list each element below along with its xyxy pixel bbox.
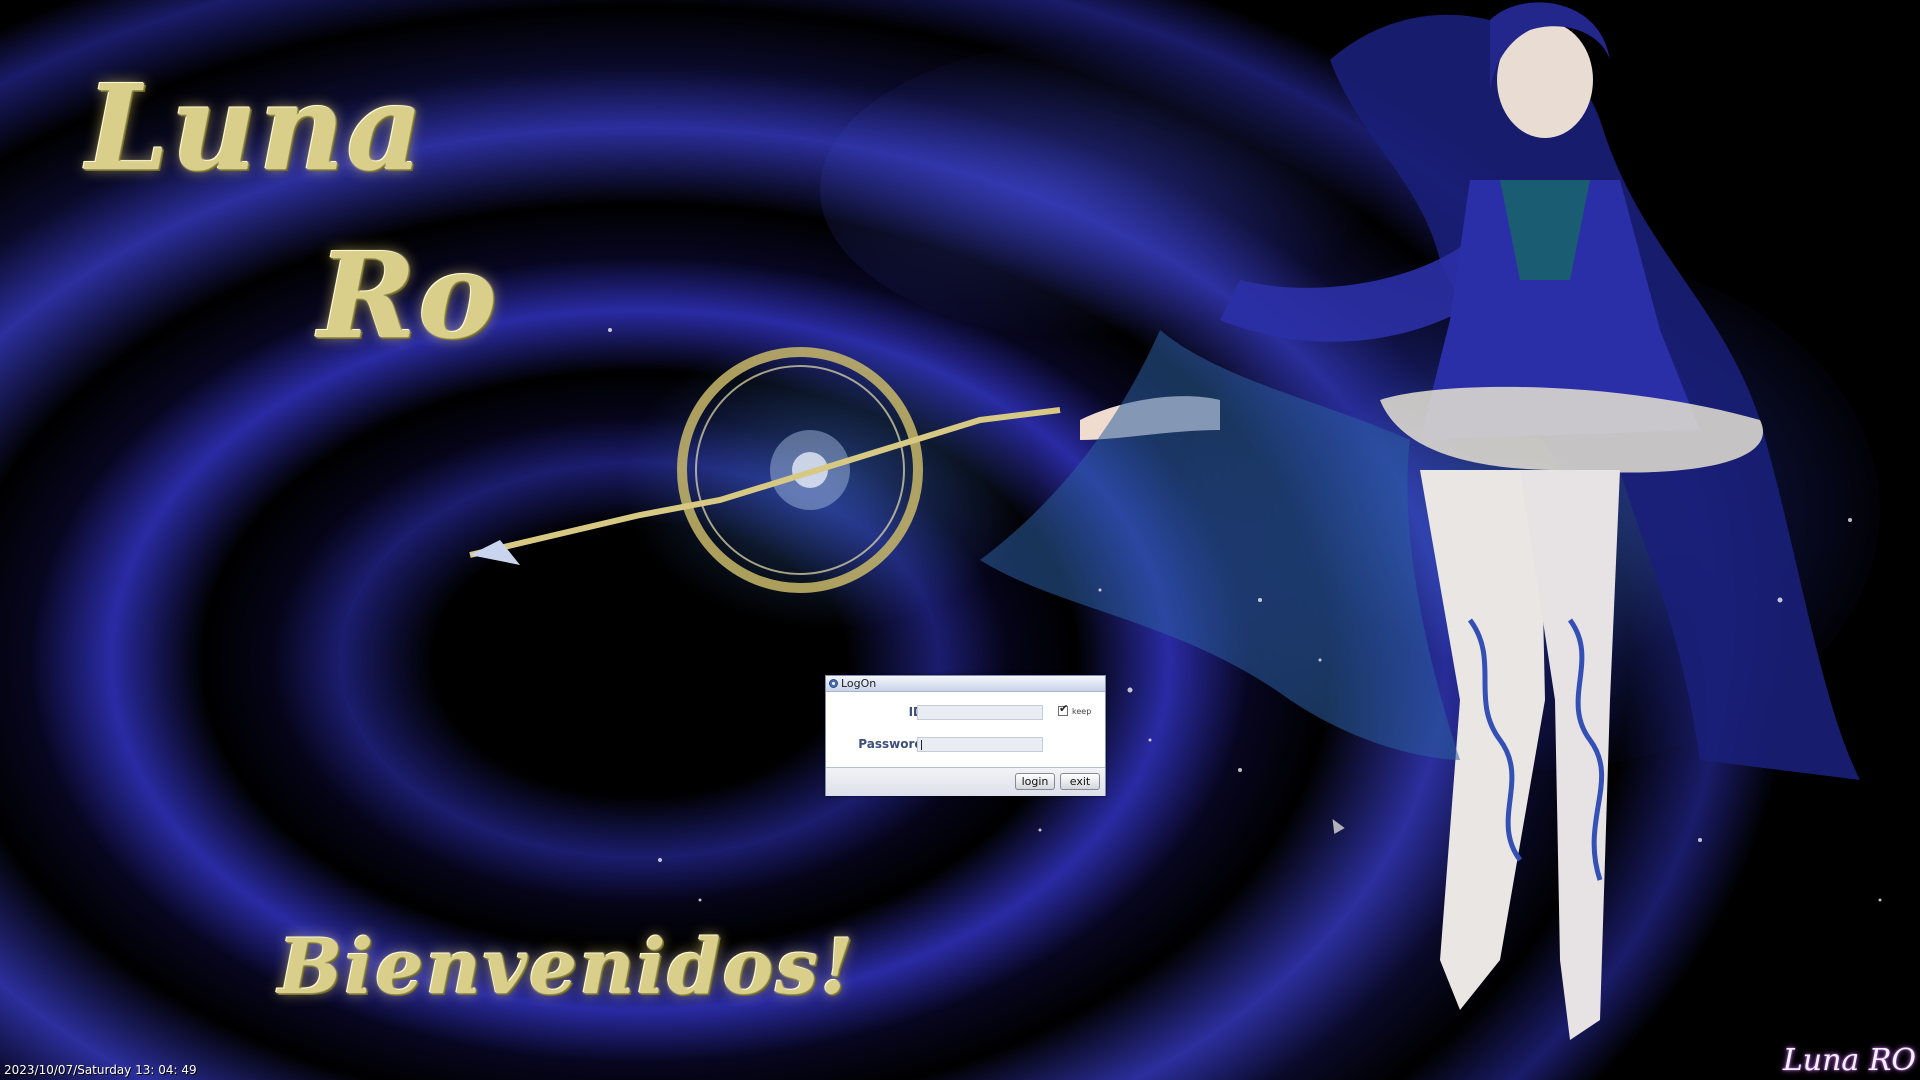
login-window-titlebar[interactable]: LogOn — [826, 676, 1105, 692]
game-title-ro: Ro — [318, 226, 499, 365]
login-button[interactable]: login — [1015, 773, 1055, 790]
login-window-title: LogOn — [841, 677, 877, 690]
sorceress-figure — [980, 2, 1860, 1040]
text-caret — [921, 740, 922, 750]
game-title-luna: Luna — [86, 58, 426, 197]
login-window-footer: login exit — [826, 767, 1105, 796]
password-input[interactable] — [917, 737, 1043, 752]
welcome-text: Bienvenidos! — [278, 922, 856, 1011]
keep-label: keep — [1072, 707, 1092, 716]
circle-window-icon — [829, 679, 838, 688]
brand-watermark: Luna RO — [1782, 1043, 1916, 1078]
exit-button[interactable]: exit — [1060, 773, 1100, 790]
clock-readout: 2023/10/07/Saturday 13: 04: 49 — [4, 1063, 197, 1077]
staff-ring-artwork — [469, 347, 1061, 593]
login-screen-background: Luna Ro Bienvenidos! LogOn ID ✔ keep Pas… — [0, 0, 1920, 1080]
keep-checkbox[interactable]: ✔ — [1058, 702, 1069, 716]
id-input[interactable] — [917, 705, 1043, 720]
checkmark-icon: ✔ — [1059, 702, 1069, 715]
password-label: Password — [858, 737, 923, 751]
login-window[interactable]: LogOn ID ✔ keep Password login exit — [825, 675, 1106, 796]
